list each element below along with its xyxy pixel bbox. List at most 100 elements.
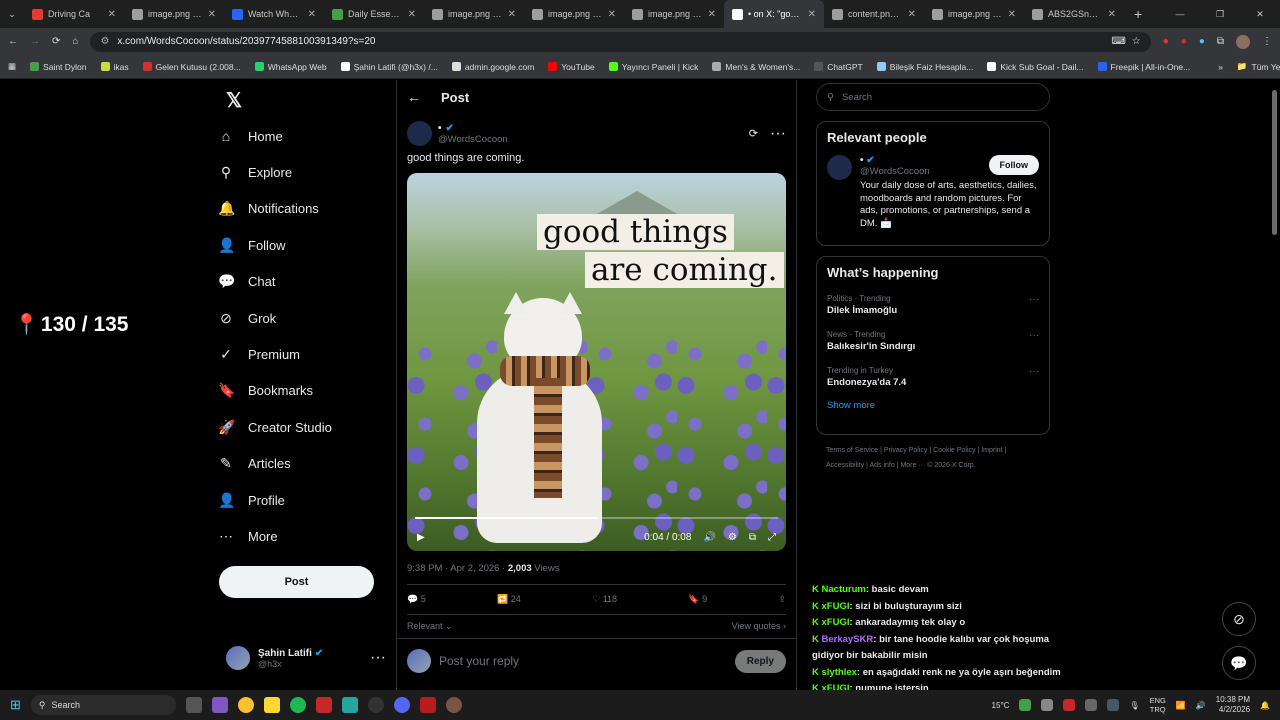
video-player[interactable]: good things are coming. ▶ 0:04 / 0:08 🔊 … bbox=[407, 173, 786, 551]
star-icon[interactable]: ☆ bbox=[1132, 36, 1141, 47]
close-tab-icon[interactable]: ✕ bbox=[708, 9, 716, 20]
restore-button[interactable]: ❐ bbox=[1200, 9, 1240, 20]
copilot-icon[interactable] bbox=[211, 697, 228, 713]
nav-item-premium[interactable]: ✓ Premium bbox=[218, 336, 393, 372]
bookmark-item[interactable]: Gelen Kutusu (2.008... bbox=[142, 62, 241, 72]
bookmark-item[interactable]: ChatGPT bbox=[814, 62, 863, 72]
chat-float-button[interactable]: 💬 bbox=[1222, 646, 1256, 680]
x-logo-icon[interactable]: 𝕏 bbox=[218, 82, 393, 118]
trend-item[interactable]: Trending in Turkey Endonezya'da 7.4 ··· bbox=[827, 366, 1039, 388]
browser-tab[interactable]: image.png (10 ✕ bbox=[624, 0, 724, 28]
search-input[interactable]: ⚲ Search bbox=[816, 83, 1050, 111]
nav-item-more[interactable]: ⋯ More bbox=[218, 518, 393, 554]
profile-avatar-icon[interactable] bbox=[1236, 34, 1250, 49]
volume-icon[interactable]: 🔊 bbox=[1196, 701, 1206, 710]
grok-float-button[interactable]: ⊘ bbox=[1222, 602, 1256, 636]
browser-tab[interactable]: content.png (5 ✕ bbox=[824, 0, 924, 28]
nav-item-profile[interactable]: 👤 Profile bbox=[218, 482, 393, 518]
back-arrow-icon[interactable]: ← bbox=[407, 89, 421, 105]
bookmark-item[interactable]: WhatsApp Web bbox=[254, 62, 327, 72]
browser-tab[interactable]: • on X: "good t ✕ bbox=[724, 0, 824, 28]
browser-tab[interactable]: Driving Ca ✕ bbox=[24, 0, 124, 28]
microphone-icon[interactable]: 🎙 bbox=[1129, 701, 1139, 710]
settings-icon[interactable]: ⚙ bbox=[728, 532, 737, 543]
browser-tab[interactable]: image.png (10 ✕ bbox=[424, 0, 524, 28]
footer-links[interactable]: Terms of Service | Privacy Policy | Cook… bbox=[816, 435, 1036, 481]
more-dots-icon[interactable]: ··· bbox=[1029, 330, 1039, 352]
browser-tab[interactable]: image.png (35 ✕ bbox=[924, 0, 1024, 28]
post-button[interactable]: Post bbox=[219, 566, 374, 598]
bookmark-item[interactable]: Şahin Latifi (@h3x) /... bbox=[340, 62, 438, 72]
scrollbar[interactable] bbox=[1272, 90, 1277, 235]
translate-icon[interactable]: ⌨ bbox=[1111, 36, 1125, 47]
more-dots-icon[interactable]: ··· bbox=[1029, 294, 1039, 316]
forward-icon[interactable]: → bbox=[30, 36, 40, 47]
apps-grid-icon[interactable]: ▦ bbox=[8, 61, 16, 72]
bookmark-item[interactable]: Freepik | All-in-One... bbox=[1097, 62, 1190, 72]
bookmark-item[interactable]: Kick Sub Goal - Dail... bbox=[987, 62, 1084, 72]
discord-icon[interactable] bbox=[393, 697, 410, 713]
close-tab-icon[interactable]: ✕ bbox=[908, 9, 916, 20]
app-icon[interactable] bbox=[315, 697, 332, 713]
nav-item-explore[interactable]: ⚲ Explore bbox=[218, 154, 393, 190]
trend-item[interactable]: Politics · Trending Dilek İmamoğlu ··· bbox=[827, 294, 1039, 316]
menu-icon[interactable]: ⋮ bbox=[1262, 36, 1272, 47]
close-tab-icon[interactable]: ✕ bbox=[408, 9, 416, 20]
avatar[interactable] bbox=[827, 155, 852, 180]
close-tab-icon[interactable]: ✕ bbox=[108, 9, 116, 20]
account-switcher[interactable]: Şahin Latifi ✔ @h3x ··· bbox=[226, 646, 386, 670]
author-avatar[interactable] bbox=[407, 121, 432, 146]
close-tab-icon[interactable]: ✕ bbox=[308, 9, 316, 20]
chrome-icon[interactable] bbox=[237, 697, 254, 713]
bookmarks-overflow-icon[interactable]: » bbox=[1218, 62, 1223, 72]
author-name[interactable]: • bbox=[438, 123, 442, 134]
nav-item-home[interactable]: ⌂ Home bbox=[218, 118, 393, 154]
more-dots-icon[interactable]: ··· bbox=[1029, 366, 1039, 388]
extension-icon[interactable]: ● bbox=[1181, 36, 1187, 47]
extensions-puzzle-icon[interactable]: ⧉ bbox=[1217, 36, 1224, 47]
nav-item-articles[interactable]: ✎ Articles bbox=[218, 446, 393, 482]
grok-icon[interactable]: ⟳ bbox=[749, 127, 758, 140]
repost-button[interactable]: 🔁 24 bbox=[497, 594, 521, 605]
close-window-button[interactable]: ✕ bbox=[1240, 9, 1280, 20]
home-browser-icon[interactable]: ⌂ bbox=[72, 36, 78, 47]
play-icon[interactable]: ▶ bbox=[417, 532, 425, 543]
taskbar-search[interactable]: ⚲ Search bbox=[30, 695, 176, 715]
minimize-button[interactable]: — bbox=[1160, 9, 1200, 19]
author-handle[interactable]: @WordsCocoon bbox=[438, 134, 743, 145]
explorer-icon[interactable] bbox=[263, 697, 280, 713]
nav-item-bookmarks[interactable]: 🔖 Bookmarks bbox=[218, 373, 393, 409]
tray-icon[interactable] bbox=[1063, 699, 1076, 711]
more-dots-icon[interactable]: ··· bbox=[770, 125, 786, 143]
more-dots-icon[interactable]: ··· bbox=[370, 649, 386, 667]
nav-item-grok[interactable]: ⊘ Grok bbox=[218, 300, 393, 336]
reply-submit-button[interactable]: Reply bbox=[734, 649, 786, 673]
trend-item[interactable]: News · Trending Balıkesir'in Sındırgı ··· bbox=[827, 330, 1039, 352]
windows-start-icon[interactable]: ⊞ bbox=[10, 697, 21, 713]
bookmark-item[interactable]: YouTube bbox=[548, 62, 595, 72]
site-info-icon[interactable]: ⚙ bbox=[100, 36, 109, 47]
clock[interactable]: 10:38 PM 4/2/2026 bbox=[1216, 695, 1250, 715]
bookmark-item[interactable]: Yayıncı Paneli | Kick bbox=[608, 62, 698, 72]
reload-icon[interactable]: ⟳ bbox=[52, 36, 60, 47]
browser-tab[interactable]: image.png (32 ✕ bbox=[124, 0, 224, 28]
bookmark-item[interactable]: Men's & Women's... bbox=[712, 62, 800, 72]
extension-icon[interactable]: ● bbox=[1163, 36, 1169, 47]
address-bar[interactable]: ⚙ x.com/WordsCocoon/status/2039774588100… bbox=[90, 31, 1151, 52]
app-icon[interactable] bbox=[419, 697, 436, 713]
tray-icon[interactable] bbox=[1041, 699, 1054, 711]
language-indicator[interactable]: ENG TRQ bbox=[1150, 696, 1166, 714]
bookmark-item[interactable]: Bileşik Faiz Hesapla... bbox=[876, 62, 973, 72]
back-icon[interactable]: ← bbox=[8, 36, 18, 47]
all-bookmarks-folder[interactable]: 📁 Tüm Yer İşaretleri bbox=[1237, 61, 1280, 72]
new-tab-button[interactable]: + bbox=[1124, 6, 1152, 22]
app-icon[interactable] bbox=[445, 697, 462, 713]
reply-input[interactable]: Post your reply bbox=[439, 654, 727, 668]
notification-bell-icon[interactable]: 🔔 bbox=[1260, 701, 1270, 710]
taskview-icon[interactable] bbox=[185, 697, 202, 713]
video-progress-bar[interactable] bbox=[415, 517, 778, 519]
bookmark-item[interactable]: admin.google.com bbox=[451, 62, 534, 72]
pip-icon[interactable]: ⧉ bbox=[749, 532, 756, 543]
close-tab-icon[interactable]: ✕ bbox=[508, 9, 516, 20]
app-icon[interactable] bbox=[341, 697, 358, 713]
